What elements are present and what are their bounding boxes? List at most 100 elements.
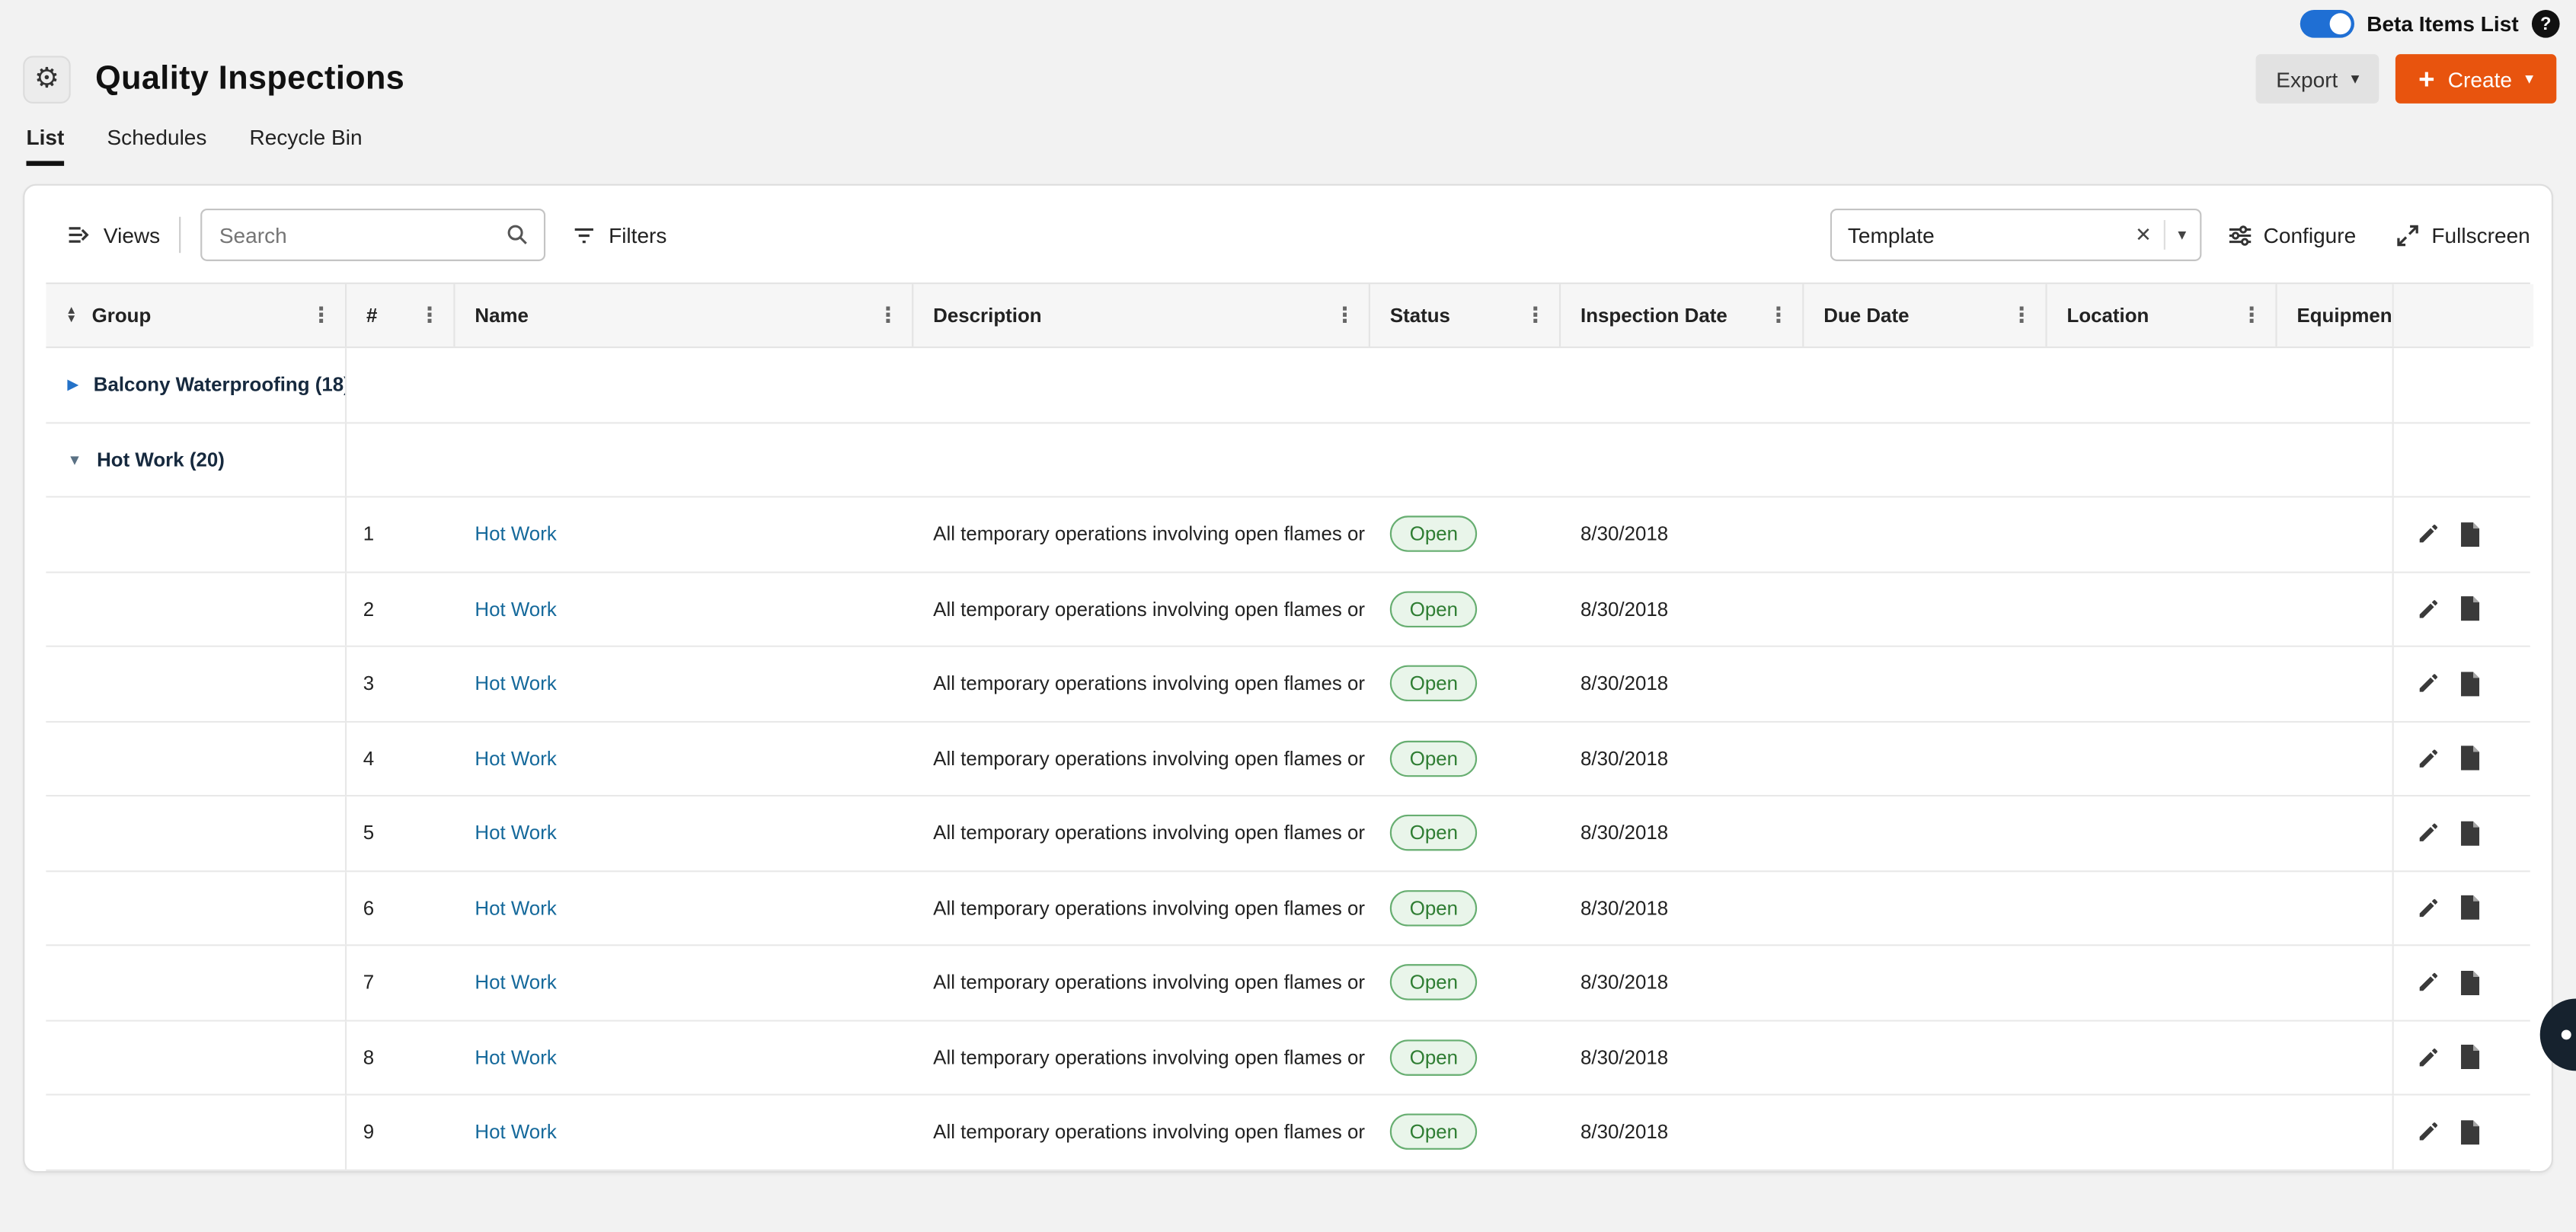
row-inspection-date: 8/30/2018 (1561, 796, 1804, 870)
fullscreen-button[interactable]: Fullscreen (2395, 222, 2530, 247)
beta-items-bar: Beta Items List ? (2300, 10, 2560, 38)
row-name-link[interactable]: Hot Work (475, 1121, 556, 1144)
kebab-menu-icon[interactable]: ⋮ (1521, 302, 1549, 329)
create-label: Create (2448, 66, 2512, 91)
edit-pencil-icon[interactable] (2417, 896, 2440, 919)
list-toolbar: Views Filters Template ✕ ▾ (46, 207, 2530, 263)
row-due-date (1804, 946, 2047, 1019)
inspections-table: ▲▼ Group ⋮ # ⋮ Name ⋮ Description ⋮ St (46, 282, 2530, 1170)
row-number: 4 (347, 722, 455, 795)
kebab-menu-icon[interactable]: ⋮ (2008, 302, 2036, 329)
tab-recycle-bin[interactable]: Recycle Bin (250, 125, 363, 166)
kebab-menu-icon[interactable]: ⋮ (416, 302, 444, 329)
edit-pencil-icon[interactable] (2417, 971, 2440, 994)
status-badge: Open (1390, 1114, 1478, 1151)
edit-pencil-icon[interactable] (2417, 672, 2440, 695)
row-name-link[interactable]: Hot Work (475, 522, 556, 545)
row-location (2047, 722, 2277, 795)
row-inspection-date: 8/30/2018 (1561, 722, 1804, 795)
column-header-number[interactable]: # ⋮ (347, 284, 455, 346)
row-name-link[interactable]: Hot Work (475, 672, 556, 695)
edit-pencil-icon[interactable] (2417, 522, 2440, 545)
row-inspection-date: 8/30/2018 (1561, 1096, 1804, 1169)
table-row: 8 Hot Work All temporary operations invo… (46, 1021, 2530, 1096)
column-header-status[interactable]: Status ⋮ (1370, 284, 1561, 346)
column-header-inspection-date[interactable]: Inspection Date ⋮ (1561, 284, 1804, 346)
row-name-link[interactable]: Hot Work (475, 971, 556, 994)
document-icon[interactable] (2459, 895, 2481, 920)
column-header-due-date[interactable]: Due Date ⋮ (1804, 284, 2047, 346)
row-description: All temporary operations involving open … (913, 722, 1370, 795)
help-icon[interactable]: ? (2532, 10, 2560, 38)
sort-icon[interactable]: ▲▼ (66, 307, 77, 324)
views-button[interactable]: Views (46, 222, 160, 248)
tab-bar: List Schedules Recycle Bin (27, 125, 363, 166)
group-cell[interactable]: ▼ Hot Work (20) (46, 423, 347, 496)
edit-pencil-icon[interactable] (2417, 1045, 2440, 1068)
group-caret-icon[interactable]: ▼ (67, 452, 81, 468)
kebab-menu-icon[interactable]: ⋮ (2238, 302, 2266, 329)
edit-pencil-icon[interactable] (2417, 747, 2440, 770)
table-header: ▲▼ Group ⋮ # ⋮ Name ⋮ Description ⋮ St (46, 282, 2530, 348)
search-icon[interactable] (507, 223, 545, 246)
document-icon[interactable] (2459, 522, 2481, 546)
document-icon[interactable] (2459, 672, 2481, 696)
row-equipment (2277, 871, 2392, 944)
row-due-date (1804, 796, 2047, 870)
row-name-link[interactable]: Hot Work (475, 598, 556, 621)
table-row: 5 Hot Work All temporary operations invo… (46, 796, 2530, 871)
document-icon[interactable] (2459, 746, 2481, 771)
configure-button[interactable]: Configure (2227, 222, 2356, 247)
column-header-equipment[interactable]: Equipment (2277, 284, 2392, 346)
template-select[interactable]: Template ✕ ▾ (1830, 209, 2200, 261)
document-icon[interactable] (2459, 970, 2481, 994)
export-button[interactable]: Export ▾ (2256, 54, 2379, 104)
kebab-menu-icon[interactable]: ⋮ (874, 302, 903, 329)
row-name-link[interactable]: Hot Work (475, 747, 556, 770)
row-description: All temporary operations involving open … (913, 871, 1370, 944)
page-header: ⚙ Quality Inspections Export ▾ + Create … (23, 54, 2556, 104)
row-inspection-date: 8/30/2018 (1561, 1021, 1804, 1094)
tab-schedules[interactable]: Schedules (107, 125, 206, 166)
filters-button[interactable]: Filters (573, 222, 667, 247)
column-header-name[interactable]: Name ⋮ (455, 284, 913, 346)
status-badge: Open (1390, 815, 1478, 851)
search-input[interactable] (203, 222, 507, 247)
kebab-menu-icon[interactable]: ⋮ (1331, 302, 1359, 329)
row-group-cell (46, 1096, 347, 1169)
group-caret-icon[interactable]: ▶ (67, 375, 78, 394)
column-header-group[interactable]: ▲▼ Group ⋮ (46, 284, 347, 346)
document-icon[interactable] (2459, 1045, 2481, 1069)
fullscreen-label: Fullscreen (2431, 222, 2530, 247)
kebab-menu-icon[interactable]: ⋮ (1765, 302, 1793, 329)
views-label: Views (104, 222, 160, 247)
column-label: Description (933, 304, 1041, 327)
tab-list[interactable]: List (27, 125, 65, 166)
row-inspection-date: 8/30/2018 (1561, 871, 1804, 944)
row-number: 1 (347, 498, 455, 571)
beta-items-toggle[interactable] (2300, 10, 2354, 38)
row-location (2047, 573, 2277, 646)
document-icon[interactable] (2459, 1120, 2481, 1144)
chevron-down-icon[interactable]: ▾ (2165, 226, 2199, 244)
edit-pencil-icon[interactable] (2417, 1121, 2440, 1144)
document-icon[interactable] (2459, 597, 2481, 621)
row-group-cell (46, 1021, 347, 1094)
template-select-value: Template (1831, 222, 2124, 247)
table-row: 6 Hot Work All temporary operations invo… (46, 871, 2530, 946)
column-header-description[interactable]: Description ⋮ (913, 284, 1370, 346)
group-row: ▼ Hot Work (20) (46, 423, 2530, 497)
group-cell[interactable]: ▶ Balcony Waterproofing (18) (46, 348, 347, 421)
row-description: All temporary operations involving open … (913, 498, 1370, 571)
column-header-location[interactable]: Location ⋮ (2047, 284, 2277, 346)
row-name-link[interactable]: Hot Work (475, 1045, 556, 1068)
edit-pencil-icon[interactable] (2417, 822, 2440, 844)
kebab-menu-icon[interactable]: ⋮ (307, 302, 335, 329)
row-name-link[interactable]: Hot Work (475, 896, 556, 919)
edit-pencil-icon[interactable] (2417, 598, 2440, 621)
create-button[interactable]: + Create ▾ (2395, 54, 2556, 104)
document-icon[interactable] (2459, 821, 2481, 845)
clear-icon[interactable]: ✕ (2124, 223, 2163, 246)
quality-inspections-page: Beta Items List ? ⚙ Quality Inspections … (0, 0, 2576, 1232)
row-name-link[interactable]: Hot Work (475, 822, 556, 844)
